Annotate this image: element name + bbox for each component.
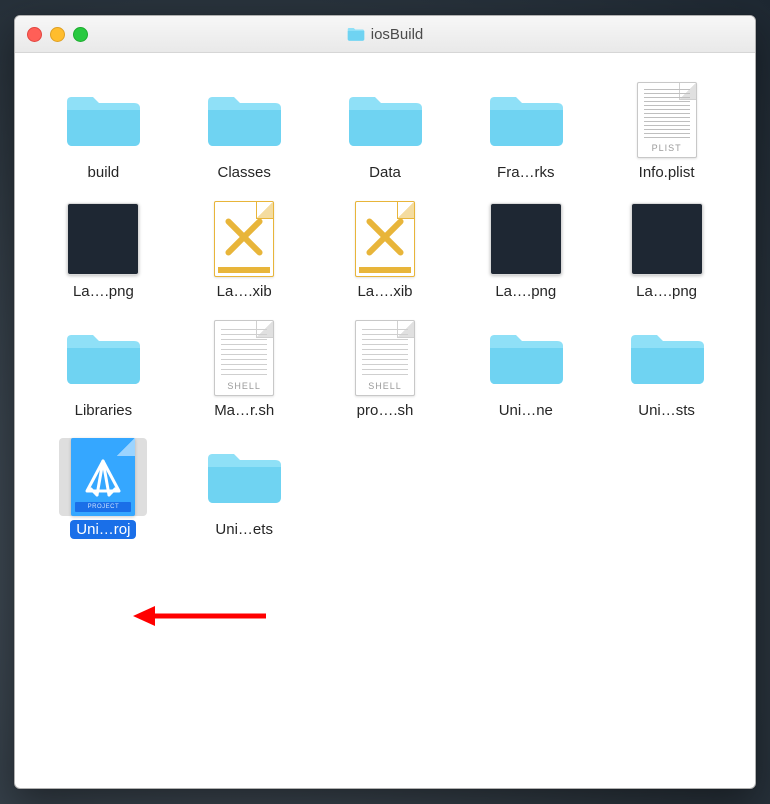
file-item[interactable]: PLIST Info.plist — [606, 81, 727, 182]
file-label: Uni…ne — [493, 401, 559, 420]
file-grid-area: build Classes Data Fra…rks PLIST Info.plis… — [15, 53, 755, 788]
file-item[interactable]: Fra…rks — [465, 81, 586, 182]
file-item[interactable]: La….png — [606, 200, 727, 301]
minimize-icon[interactable] — [50, 27, 65, 42]
file-label: La….xib — [351, 282, 418, 301]
file-label: La….png — [630, 282, 703, 301]
xcodeproj-icon: PROJECT — [59, 438, 147, 516]
folder-icon — [200, 81, 288, 159]
file-item[interactable]: Libraries — [43, 319, 164, 420]
zoom-icon[interactable] — [73, 27, 88, 42]
xib-icon — [200, 200, 288, 278]
file-item[interactable]: Uni…sts — [606, 319, 727, 420]
png-icon — [59, 200, 147, 278]
file-item[interactable]: SHELL pro….sh — [325, 319, 446, 420]
file-label: Uni…roj — [70, 520, 136, 539]
png-icon — [623, 200, 711, 278]
finder-window: iosBuild build Classes Data Fra…rks PLIST… — [14, 15, 756, 789]
annotation-arrow-icon — [131, 601, 271, 631]
folder-icon — [59, 81, 147, 159]
png-icon — [482, 200, 570, 278]
file-item[interactable]: La….xib — [325, 200, 446, 301]
folder-icon — [59, 319, 147, 397]
file-item[interactable]: Uni…ets — [184, 438, 305, 539]
folder-icon — [341, 81, 429, 159]
file-label: La….xib — [211, 282, 278, 301]
file-label: pro….sh — [351, 401, 420, 420]
file-item[interactable]: Classes — [184, 81, 305, 182]
file-label: Data — [363, 163, 407, 182]
file-label: Classes — [212, 163, 277, 182]
shell-icon: SHELL — [200, 319, 288, 397]
file-item[interactable]: La….xib — [184, 200, 305, 301]
folder-icon — [482, 81, 570, 159]
titlebar[interactable]: iosBuild — [15, 16, 755, 53]
file-label: Uni…sts — [632, 401, 701, 420]
window-title: iosBuild — [15, 25, 755, 43]
xib-icon — [341, 200, 429, 278]
file-label: La….png — [489, 282, 562, 301]
file-item[interactable]: La….png — [43, 200, 164, 301]
window-controls — [27, 27, 88, 42]
close-icon[interactable] — [27, 27, 42, 42]
file-label: build — [82, 163, 126, 182]
file-label: Fra…rks — [491, 163, 561, 182]
shell-icon: SHELL — [341, 319, 429, 397]
folder-icon — [482, 319, 570, 397]
file-item[interactable]: Uni…ne — [465, 319, 586, 420]
plist-icon: PLIST — [623, 81, 711, 159]
file-item[interactable]: La….png — [465, 200, 586, 301]
file-item[interactable]: build — [43, 81, 164, 182]
file-item[interactable]: PROJECT Uni…roj — [43, 438, 164, 539]
file-item[interactable]: Data — [325, 81, 446, 182]
file-label: Uni…ets — [209, 520, 279, 539]
file-label: La….png — [67, 282, 140, 301]
file-label: Ma…r.sh — [208, 401, 280, 420]
folder-icon — [623, 319, 711, 397]
folder-icon — [200, 438, 288, 516]
file-label: Libraries — [69, 401, 139, 420]
window-title-text: iosBuild — [371, 26, 424, 43]
file-label: Info.plist — [633, 163, 701, 182]
file-item[interactable]: SHELL Ma…r.sh — [184, 319, 305, 420]
folder-icon — [347, 25, 365, 43]
